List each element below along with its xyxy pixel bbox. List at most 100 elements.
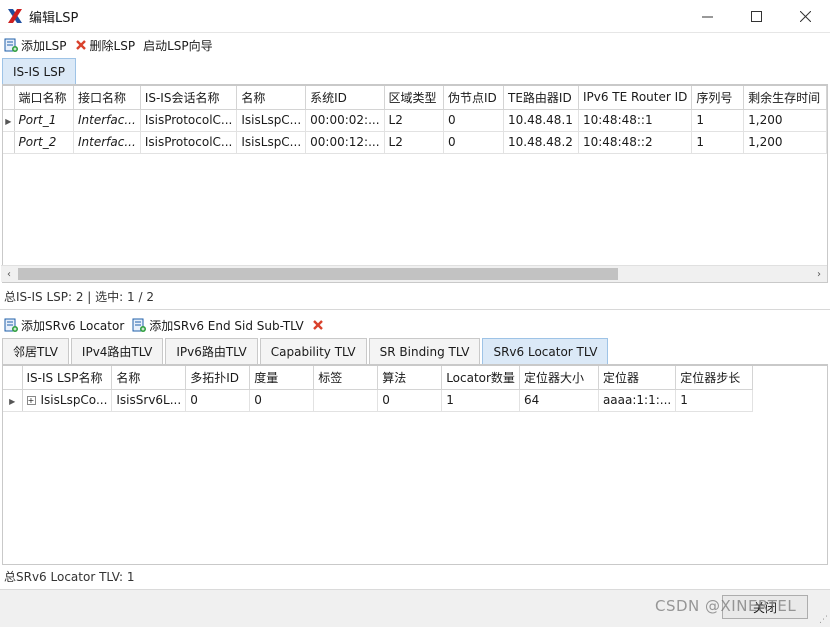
table-cell[interactable]: 64 — [519, 389, 599, 412]
table-cell[interactable]: 0 — [185, 389, 251, 412]
column-header[interactable]: IS-IS会话名称 — [140, 86, 238, 110]
maximize-button[interactable] — [732, 0, 781, 33]
column-header[interactable]: 系统ID — [305, 86, 385, 110]
tab-sr-binding-tlv[interactable]: SR Binding TLV — [368, 338, 481, 364]
column-header[interactable]: 多拓扑ID — [185, 366, 251, 390]
column-header[interactable]: 剩余生存时间 — [743, 86, 827, 110]
table-cell[interactable]: 10.48.48.2 — [503, 131, 579, 154]
table-cell[interactable]: L2 — [384, 109, 445, 132]
table-cell[interactable]: 0 — [377, 389, 443, 412]
expand-plus-icon[interactable]: + — [26, 396, 36, 405]
add-end-sid-label: 添加SRv6 End Sid Sub-TLV — [149, 318, 304, 333]
table-cell[interactable]: Port_2 — [14, 131, 75, 154]
column-header[interactable]: 名称 — [111, 366, 187, 390]
table-cell[interactable]: aaaa:1:1:... — [598, 389, 677, 412]
scrollbar-thumb[interactable] — [18, 268, 618, 280]
cell-text: IsisLspCo... — [40, 393, 108, 407]
section-divider — [0, 309, 830, 310]
tab-label: Capability TLV — [270, 344, 356, 359]
column-header[interactable]: 伪节点ID — [443, 86, 504, 110]
locator-table: IS-IS LSP名称 名称 多拓扑ID 度量 标签 算法 Locator数量 … — [3, 366, 754, 412]
add-srv6-locator-button[interactable]: 添加SRv6 Locator — [4, 317, 124, 334]
table-cell[interactable]: IsisSrv6L... — [111, 389, 187, 412]
tab-neighbor-tlv[interactable]: 邻居TLV — [2, 338, 69, 364]
tab-isis-lsp[interactable]: IS-IS LSP — [2, 58, 76, 84]
table-cell[interactable]: 1 — [691, 109, 745, 132]
column-header[interactable]: 度量 — [249, 366, 315, 390]
table-cell[interactable]: 10:48:48::2 — [578, 131, 693, 154]
table-cell[interactable]: 1 — [691, 131, 745, 154]
add-end-sid-button[interactable]: 添加SRv6 End Sid Sub-TLV — [132, 317, 304, 334]
table-cell[interactable] — [313, 389, 379, 412]
table-cell[interactable]: 1,200 — [743, 109, 827, 132]
delete-lsp-button[interactable]: 删除LSP — [75, 37, 135, 54]
table-cell[interactable]: Interfac... — [73, 109, 141, 132]
column-header[interactable]: 定位器 — [598, 366, 677, 390]
table-cell[interactable]: Port_1 — [14, 109, 75, 132]
column-header[interactable]: IS-IS LSP名称 — [22, 366, 113, 390]
table-cell[interactable]: + IsisLspCo... — [22, 389, 113, 412]
column-header[interactable]: 名称 — [236, 86, 307, 110]
tab-isis-lsp-label: IS-IS LSP — [13, 64, 65, 79]
table-cell[interactable]: 0 — [249, 389, 315, 412]
lsp-wizard-label: 启动LSP向导 — [143, 38, 213, 53]
column-header[interactable]: 接口名称 — [73, 86, 141, 110]
table-row[interactable]: ▶ Port_1 Interfac... IsisProtocolC... Is… — [3, 109, 827, 132]
title-bar: 编辑LSP — [0, 0, 830, 33]
table-cell[interactable]: 00:00:02:... — [305, 109, 385, 132]
column-header[interactable]: 序列号 — [691, 86, 745, 110]
minimize-button[interactable] — [683, 0, 732, 33]
column-header[interactable]: 定位器大小 — [519, 366, 599, 390]
column-header[interactable]: 算法 — [377, 366, 443, 390]
column-header[interactable]: TE路由器ID — [503, 86, 579, 110]
close-window-button[interactable] — [781, 0, 830, 33]
table-cell[interactable]: 0 — [443, 109, 504, 132]
delete-icon — [75, 40, 86, 50]
table-cell[interactable]: 1 — [675, 389, 754, 412]
lsp-table: 端口名称 接口名称 IS-IS会话名称 名称 系统ID 区域类型 伪节点ID T… — [3, 86, 827, 154]
app-logo-icon — [8, 9, 22, 23]
table-cell[interactable]: 1,200 — [743, 131, 827, 154]
tlv-toolbar: 添加SRv6 Locator 添加SRv6 End Sid Sub-TLV — [0, 314, 830, 336]
table-cell[interactable]: 1 — [441, 389, 520, 412]
tab-ipv4-route-tlv[interactable]: IPv4路由TLV — [70, 338, 164, 364]
column-header[interactable]: 标签 — [313, 366, 379, 390]
lsp-grid: 端口名称 接口名称 IS-IS会话名称 名称 系统ID 区域类型 伪节点ID T… — [2, 85, 828, 283]
table-cell[interactable]: 0 — [443, 131, 504, 154]
scroll-right-icon[interactable]: › — [811, 267, 827, 282]
column-header[interactable]: IPv6 TE Router ID — [578, 86, 693, 110]
table-row[interactable]: Port_2 Interfac... IsisProtocolC... Isis… — [3, 131, 827, 154]
scroll-left-icon[interactable]: ‹ — [1, 267, 17, 282]
table-cell[interactable]: 10:48:48::1 — [578, 109, 693, 132]
tab-label: SR Binding TLV — [379, 344, 470, 359]
tab-ipv6-route-tlv[interactable]: IPv6路由TLV — [165, 338, 258, 364]
column-header[interactable]: 区域类型 — [384, 86, 445, 110]
tab-srv6-locator-tlv[interactable]: SRv6 Locator TLV — [482, 338, 609, 364]
resize-grip-icon[interactable]: ⋰ — [819, 615, 828, 625]
table-cell[interactable]: IsisLspC... — [236, 109, 307, 132]
locator-status-text: 总SRv6 Locator TLV: 1 — [4, 570, 135, 584]
column-header[interactable]: 定位器步长 — [675, 366, 754, 390]
column-header[interactable]: Locator数量 — [441, 366, 520, 390]
delete-tlv-button[interactable] — [312, 319, 327, 331]
table-cell[interactable]: IsisProtocolC... — [140, 109, 238, 132]
locator-table-header: IS-IS LSP名称 名称 多拓扑ID 度量 标签 算法 Locator数量 … — [3, 366, 754, 390]
lsp-wizard-button[interactable]: 启动LSP向导 — [143, 37, 213, 54]
add-lsp-label: 添加LSP — [21, 38, 67, 53]
table-row[interactable]: ▶ + IsisLspCo... IsisSrv6L... 0 0 0 1 64 … — [3, 389, 754, 412]
window-title: 编辑LSP — [29, 10, 79, 26]
tab-label: SRv6 Locator TLV — [493, 344, 598, 359]
table-cell[interactable]: L2 — [384, 131, 445, 154]
add-lsp-button[interactable]: 添加LSP — [4, 37, 67, 54]
table-cell[interactable]: 00:00:12:... — [305, 131, 385, 154]
close-icon — [800, 11, 811, 22]
table-cell[interactable]: Interfac... — [73, 131, 141, 154]
current-row-indicator: ▶ — [3, 109, 15, 132]
lsp-horizontal-scrollbar[interactable]: ‹ › — [1, 265, 827, 282]
table-cell[interactable]: IsisLspC... — [236, 131, 307, 154]
table-cell[interactable]: IsisProtocolC... — [140, 131, 238, 154]
table-cell[interactable]: 10.48.48.1 — [503, 109, 579, 132]
tlv-tabbar: 邻居TLV IPv4路由TLV IPv6路由TLV Capability TLV… — [2, 337, 828, 365]
tab-capability-tlv[interactable]: Capability TLV — [259, 338, 367, 364]
column-header[interactable]: 端口名称 — [14, 86, 75, 110]
